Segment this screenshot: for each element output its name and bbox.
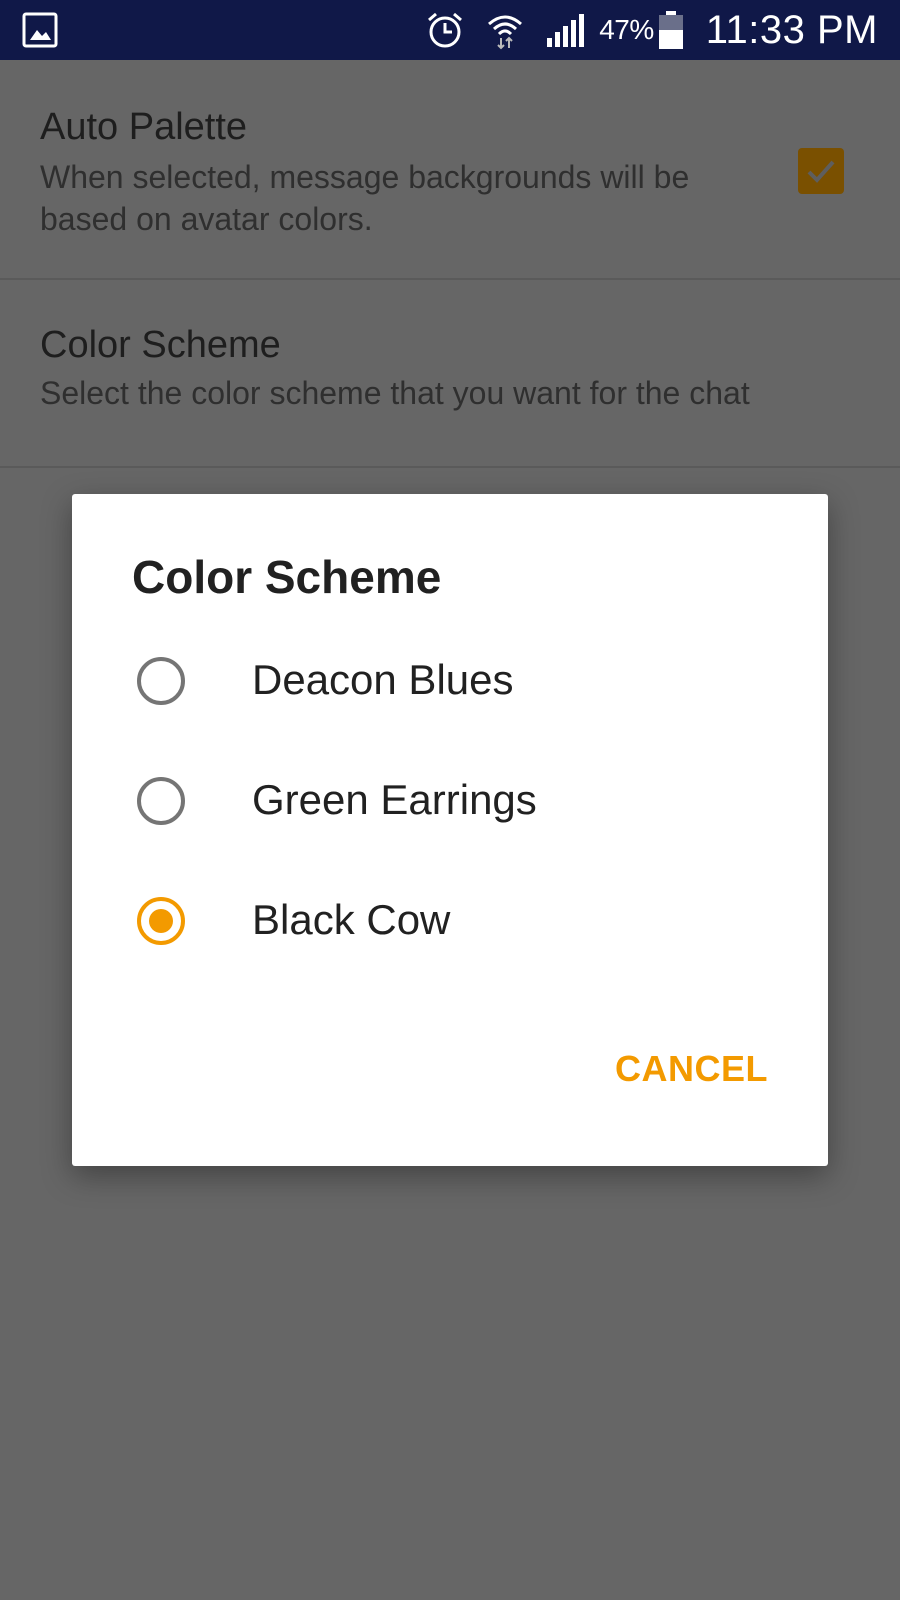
auto-palette-summary: When selected, message backgrounds will … [40,159,690,237]
cancel-button[interactable]: CANCEL [615,1048,768,1090]
wifi-icon [485,10,525,50]
auto-palette-checkbox[interactable] [798,148,844,194]
option-black-cow[interactable]: Black Cow [72,866,828,976]
option-deacon-blues[interactable]: Deacon Blues [72,626,828,736]
radio-unselected-icon[interactable] [136,656,186,706]
gallery-icon [22,12,58,48]
option-label: Deacon Blues [252,656,514,703]
signal-icon [545,12,587,48]
color-scheme-title: Color Scheme [40,324,281,366]
option-label: Green Earrings [252,776,537,823]
clock: 11:33 PM [705,7,878,52]
dialog-title: Color Scheme [132,551,442,603]
radio-selected-icon[interactable] [136,896,186,946]
alarm-icon [425,10,465,50]
option-label: Black Cow [252,896,451,943]
status-icons: 47% 11:33 PM [425,0,878,60]
status-bar: 47% 11:33 PM [0,0,900,60]
color-scheme-summary: Select the color scheme that you want fo… [40,375,750,411]
option-green-earrings[interactable]: Green Earrings [72,746,828,856]
checkmark-icon [807,160,835,183]
battery-icon [658,10,684,50]
color-scheme-preference[interactable]: Color Scheme Select the color scheme tha… [0,282,900,468]
radio-unselected-icon[interactable] [136,776,186,826]
battery-percent: 47% [599,14,654,45]
auto-palette-preference[interactable]: Auto Palette When selected, message back… [0,60,900,280]
color-scheme-dialog: Color Scheme Deacon Blues Green Earrings… [72,494,828,1166]
auto-palette-title: Auto Palette [40,106,248,148]
